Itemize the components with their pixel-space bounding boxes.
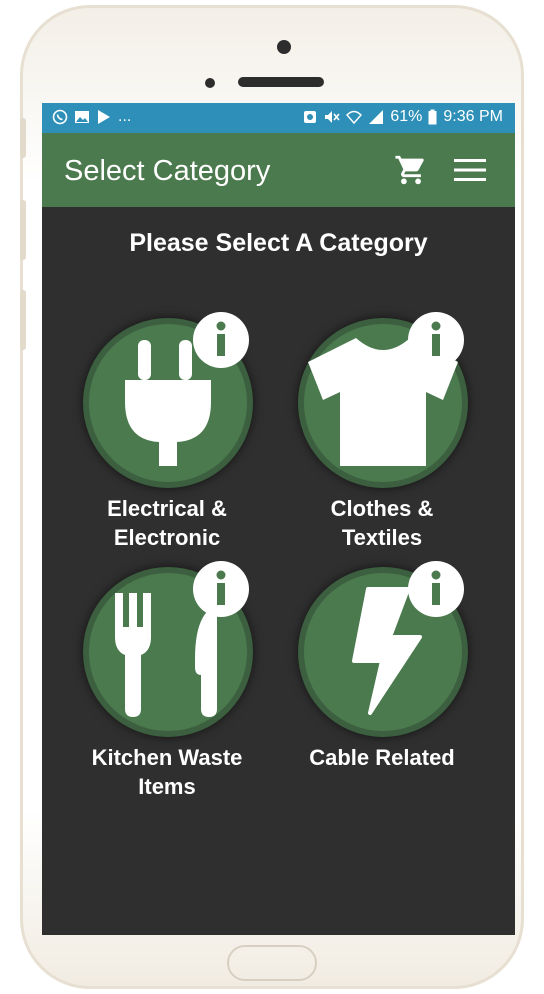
home-button[interactable]: [227, 945, 317, 981]
side-button-volume-up: [20, 200, 26, 260]
info-icon: [216, 321, 226, 356]
label-line-1: Kitchen Waste: [91, 745, 243, 770]
label-line-2: Textiles: [341, 525, 423, 550]
category-label: Electrical & Electronic: [57, 494, 277, 552]
whatsapp-icon: [52, 109, 68, 125]
info-button[interactable]: [408, 312, 464, 368]
battery-icon: [428, 109, 437, 125]
wifi-icon: [346, 110, 363, 125]
label-line-2: Items: [138, 774, 196, 799]
side-button-volume-down: [20, 290, 26, 350]
proximity-sensor: [205, 78, 215, 88]
info-icon: [431, 321, 441, 356]
app-bar: Select Category: [42, 133, 515, 207]
play-store-icon: [98, 110, 110, 124]
category-label: Clothes & Textiles: [272, 494, 492, 552]
image-icon: [75, 111, 89, 123]
app-screen: ... 61% 9:36 PM Select Category Please S…: [42, 103, 515, 935]
more-notifications: ...: [118, 108, 132, 125]
page-title: Select Category: [64, 155, 271, 187]
category-heading: Please Select A Category: [129, 229, 428, 257]
alarm-icon: [304, 111, 317, 123]
battery-percent: 61%: [390, 108, 423, 125]
status-bar: ... 61% 9:36 PM: [42, 103, 515, 133]
label-line-1: Clothes &: [330, 496, 434, 521]
side-button-mute: [20, 118, 26, 158]
label-line-2: Electronic: [113, 525, 221, 550]
category-label: Cable Related: [272, 743, 492, 772]
cart-button[interactable]: [394, 153, 428, 187]
info-button[interactable]: [408, 561, 464, 617]
menu-button[interactable]: [454, 156, 486, 184]
info-icon: [431, 570, 441, 605]
earpiece-speaker: [238, 77, 324, 87]
label-line-1: Cable Related: [309, 745, 455, 770]
front-camera: [277, 40, 291, 54]
label-line-1: Electrical &: [107, 496, 227, 521]
info-button[interactable]: [193, 561, 249, 617]
category-label: Kitchen Waste Items: [57, 743, 277, 801]
info-icon: [216, 570, 226, 605]
mute-icon: [325, 111, 340, 123]
status-time: 9:36 PM: [443, 108, 503, 125]
signal-icon: [369, 110, 384, 124]
info-button[interactable]: [193, 312, 249, 368]
